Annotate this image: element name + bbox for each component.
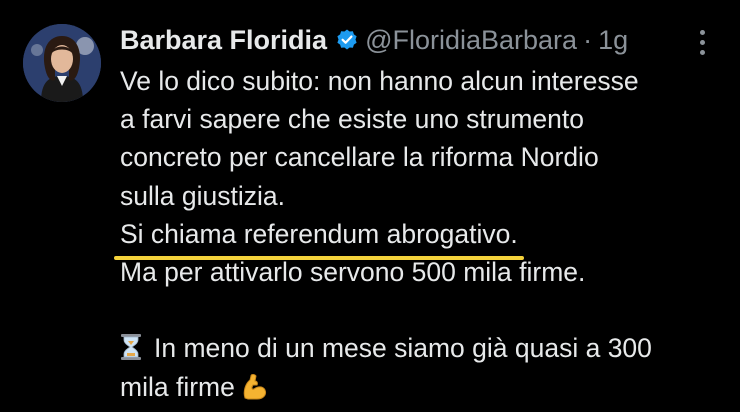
text-line: In meno di un mese siamo già quasi a 300 [120,329,725,367]
flexed-biceps-icon [239,372,269,402]
tweet: Barbara Floridia @FloridiaBarbara · 1g V… [0,0,740,410]
underlined-text-line: Si chiama referendum abrogativo. [114,215,524,261]
avatar[interactable] [23,24,101,102]
post-timestamp[interactable]: 1g [598,25,628,56]
more-vertical-icon[interactable] [690,26,714,58]
post-text: Ve lo dico subito: non hanno alcun inter… [114,62,725,406]
hourglass-icon [120,332,142,361]
author-name[interactable]: Barbara Floridia [120,25,327,56]
post-header: Barbara Floridia @FloridiaBarbara · 1g [120,22,628,58]
text-line: Ve lo dico subito: non hanno alcun inter… [120,66,639,96]
verified-badge-icon [335,28,359,52]
text-line: concreto per cancellare la riforma Nordi… [120,142,599,173]
text-line: a farvi sapere che esiste uno strumento [120,104,584,135]
text-line: sulla giustizia. [120,180,285,211]
author-handle[interactable]: @FloridiaBarbara [365,25,577,56]
text-line-content: mila firme [120,371,235,402]
profile-photo [23,24,101,102]
text-line-content: In meno di un mese siamo già quasi a 300 [154,333,652,364]
text-line: mila firme [120,368,725,406]
separator-dot: · [583,24,593,55]
